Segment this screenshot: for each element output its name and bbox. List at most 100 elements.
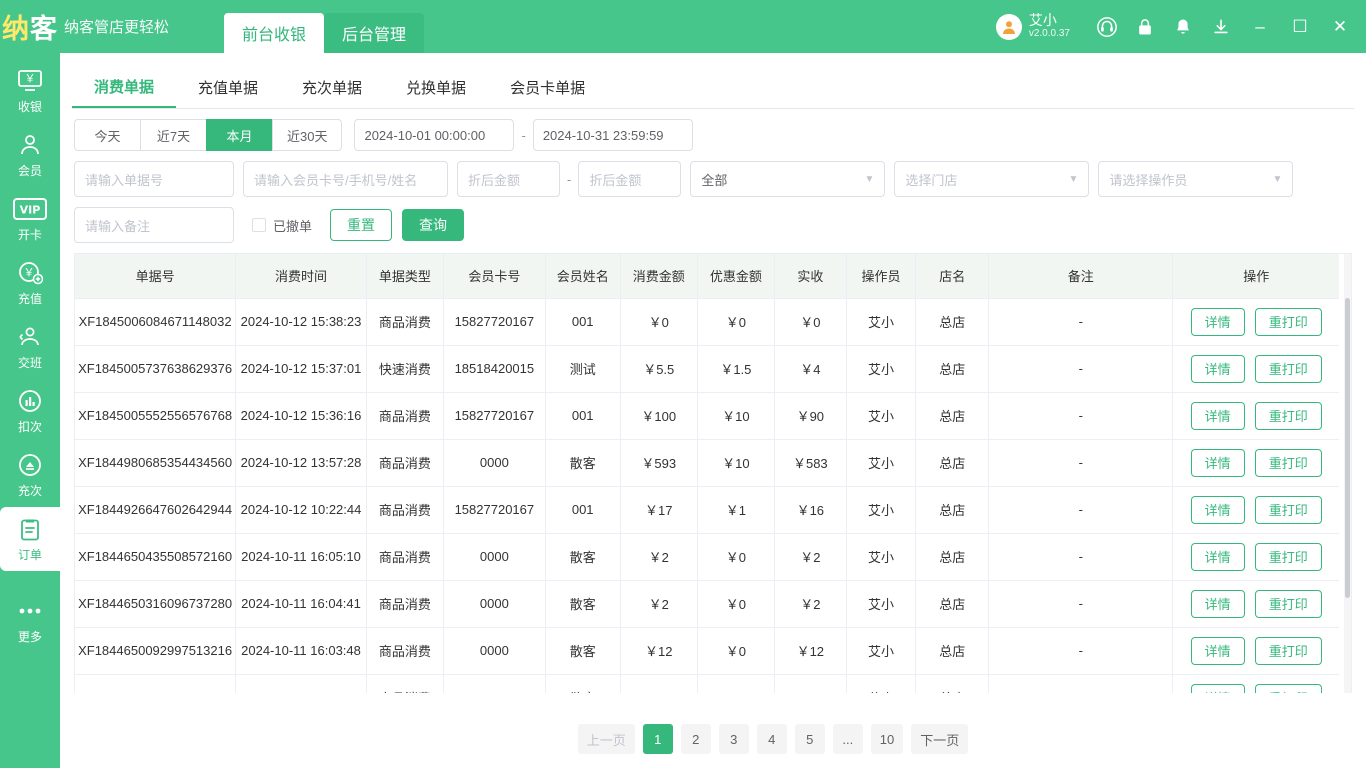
order-type-select[interactable]: 全部 ▼ [690, 161, 885, 197]
detail-button[interactable]: 详情 [1191, 308, 1245, 336]
sidebar-item-recharge[interactable]: ￥ 充值 [0, 251, 60, 315]
quick-range-30days[interactable]: 近30天 [272, 119, 342, 151]
reprint-button[interactable]: 重打印 [1255, 590, 1322, 618]
detail-button[interactable]: 详情 [1191, 496, 1245, 524]
close-button[interactable]: ✕ [1320, 0, 1360, 53]
quick-range-today[interactable]: 今天 [74, 119, 140, 151]
query-button[interactable]: 查询 [402, 209, 464, 241]
bell-icon[interactable] [1164, 0, 1202, 53]
pagination-page[interactable]: 10 [871, 724, 903, 754]
cell-card: 15827720167 [443, 486, 545, 533]
table-scrollbar-track[interactable] [1344, 254, 1351, 693]
order-no-input[interactable]: 请输入单据号 [74, 161, 234, 197]
detail-button[interactable]: 详情 [1191, 449, 1245, 477]
svg-text:VIP: VIP [20, 204, 41, 217]
revoked-checkbox[interactable] [252, 218, 266, 232]
pagination-page[interactable]: 1 [643, 724, 673, 754]
lock-icon[interactable] [1126, 0, 1164, 53]
table-row: XF18446503160967372802024-10-11 16:04:41… [75, 580, 1339, 627]
tab-recharge-orders[interactable]: 充值单据 [176, 66, 280, 108]
remark-input[interactable]: 请输入备注 [74, 207, 234, 243]
detail-button[interactable]: 详情 [1191, 637, 1245, 665]
cell-discount: ￥10 [697, 392, 774, 439]
reprint-button[interactable]: 重打印 [1255, 496, 1322, 524]
reprint-button[interactable]: 重打印 [1255, 543, 1322, 571]
column-header: 操作 [1173, 254, 1339, 298]
cell-remark: - [989, 674, 1173, 693]
pagination-next-label: 下一页 [920, 730, 959, 749]
pagination-prev[interactable]: 上一页 [578, 724, 635, 754]
cell-time: 2024-10-11 16:03:48 [236, 627, 367, 674]
member-search-input[interactable]: 请输入会员卡号/手机号/姓名 [243, 161, 448, 197]
tab-membercard-orders[interactable]: 会员卡单据 [488, 66, 607, 108]
cell-remark: - [989, 533, 1173, 580]
minimize-button[interactable]: – [1240, 0, 1280, 53]
cell-amount: ￥2 [620, 533, 697, 580]
tab-consumption-orders[interactable]: 消费单据 [72, 66, 176, 108]
sidebar-item-deduct[interactable]: 扣次 [0, 379, 60, 443]
detail-button[interactable]: 详情 [1191, 684, 1245, 694]
cell-type: 快速消费 [366, 345, 443, 392]
recharge-icon: ￥ [17, 259, 43, 287]
reprint-button[interactable]: 重打印 [1255, 402, 1322, 430]
store-select[interactable]: 选择门店 ▼ [894, 161, 1089, 197]
amount-max-placeholder: 折后金额 [589, 170, 641, 189]
sidebar: ￥ 收银 会员 VIP 开卡 ￥ 充值 交班 扣次 [0, 53, 60, 768]
cell-card: 18518420015 [443, 345, 545, 392]
sidebar-item-cashier-label: 收银 [18, 98, 42, 115]
pagination-next[interactable]: 下一页 [911, 724, 968, 754]
sidebar-item-openvip[interactable]: VIP 开卡 [0, 187, 60, 251]
quick-range-thismonth[interactable]: 本月 [206, 119, 272, 151]
tab-recharge-orders-label: 充值单据 [198, 77, 258, 98]
date-end-input[interactable]: 2024-10-31 23:59:59 [533, 119, 693, 151]
pagination-page[interactable]: 4 [757, 724, 787, 754]
sidebar-item-shift[interactable]: 交班 [0, 315, 60, 379]
reprint-button[interactable]: 重打印 [1255, 637, 1322, 665]
amount-min-input[interactable]: 折后金额 [457, 161, 560, 197]
table-scrollbar-thumb[interactable] [1345, 298, 1350, 598]
table-row: XF18446504355085721602024-10-11 16:05:10… [75, 533, 1339, 580]
tab-exchange-orders[interactable]: 兑换单据 [384, 66, 488, 108]
operator-select[interactable]: 请选择操作员 ▼ [1098, 161, 1293, 197]
cell-actions: 详情重打印 [1173, 486, 1339, 533]
reset-button[interactable]: 重置 [330, 209, 392, 241]
tab-times-orders[interactable]: 充次单据 [280, 66, 384, 108]
cell-amount: ￥593 [620, 439, 697, 486]
top-tab-frontdesk[interactable]: 前台收银 [224, 13, 324, 53]
pagination-page[interactable]: 3 [719, 724, 749, 754]
sidebar-item-cashier[interactable]: ￥ 收银 [0, 59, 60, 123]
cell-time: 2024-10-11 15:50:00 [236, 674, 367, 693]
sidebar-item-more[interactable]: 更多 [0, 589, 60, 653]
cell-actions: 详情重打印 [1173, 674, 1339, 693]
headset-icon[interactable] [1088, 0, 1126, 53]
maximize-button[interactable]: ☐ [1280, 0, 1320, 53]
cell-name: 散客 [545, 533, 620, 580]
svg-text:￥: ￥ [25, 72, 36, 85]
sidebar-item-member[interactable]: 会员 [0, 123, 60, 187]
reprint-button[interactable]: 重打印 [1255, 684, 1322, 694]
pagination-page[interactable]: ... [833, 724, 863, 754]
top-tab-backoffice[interactable]: 后台管理 [324, 13, 424, 53]
date-start-input[interactable]: 2024-10-01 00:00:00 [354, 119, 514, 151]
amount-max-input[interactable]: 折后金额 [578, 161, 681, 197]
cell-card: 0000 [443, 627, 545, 674]
operator-select-placeholder: 请选择操作员 [1109, 170, 1187, 189]
reprint-button[interactable]: 重打印 [1255, 449, 1322, 477]
user-box[interactable]: 艾小 v2.0.0.37 [996, 13, 1070, 40]
download-icon[interactable] [1202, 0, 1240, 53]
pagination-page[interactable]: 2 [681, 724, 711, 754]
pagination-page[interactable]: 5 [795, 724, 825, 754]
cell-name: 001 [545, 486, 620, 533]
sidebar-item-addtimes[interactable]: 充次 [0, 443, 60, 507]
sidebar-item-deduct-label: 扣次 [18, 418, 42, 435]
reprint-button[interactable]: 重打印 [1255, 308, 1322, 336]
detail-button[interactable]: 详情 [1191, 355, 1245, 383]
detail-button[interactable]: 详情 [1191, 402, 1245, 430]
quick-range-7days[interactable]: 近7天 [140, 119, 206, 151]
reprint-button[interactable]: 重打印 [1255, 355, 1322, 383]
detail-button[interactable]: 详情 [1191, 590, 1245, 618]
sidebar-item-order[interactable]: 订单 [0, 507, 60, 571]
app-logo: 纳客 [0, 0, 60, 53]
detail-button[interactable]: 详情 [1191, 543, 1245, 571]
store-select-placeholder: 选择门店 [905, 170, 957, 189]
